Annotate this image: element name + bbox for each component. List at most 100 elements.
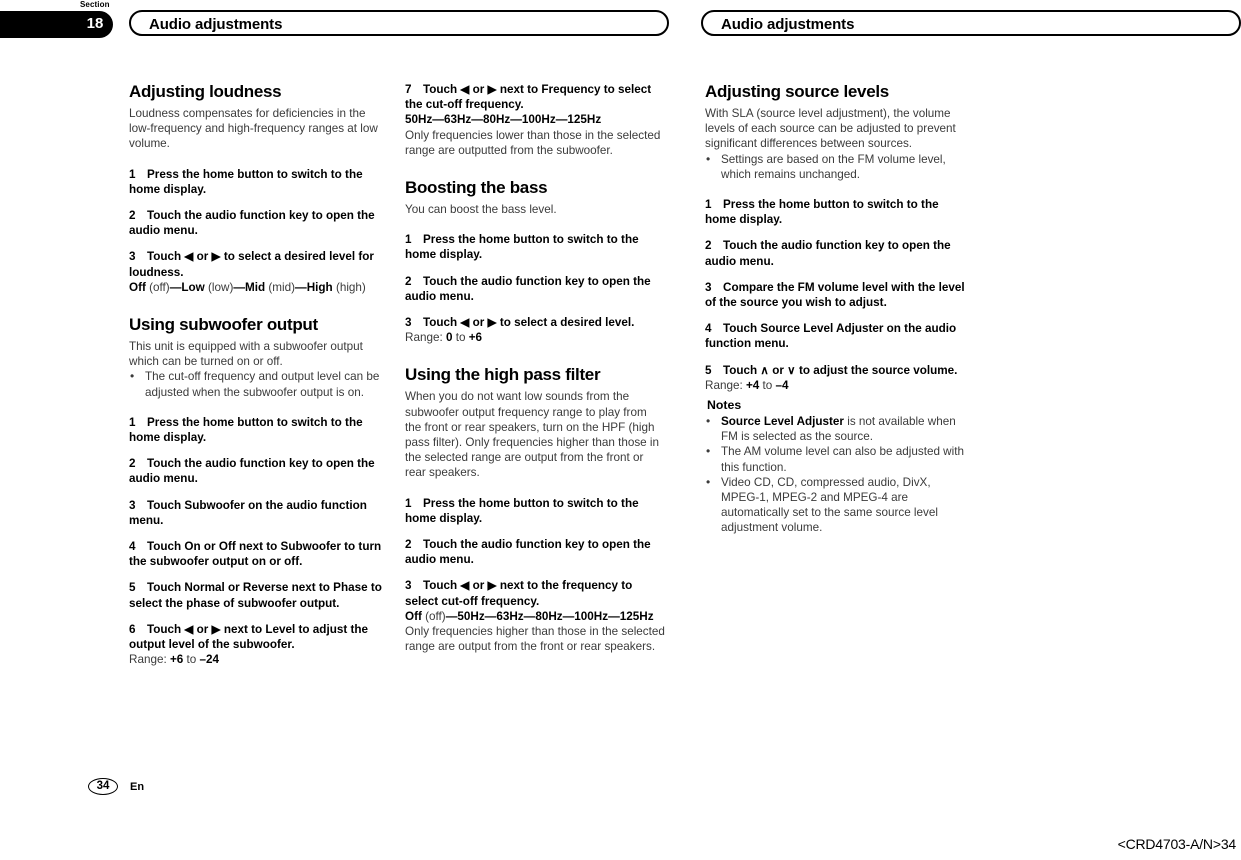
range-label: Range:: [705, 378, 746, 392]
step-number: 6: [129, 622, 136, 636]
step-text: Touch the audio function key to open the…: [705, 239, 951, 268]
step-number: 2: [129, 457, 136, 471]
step-subwoofer-3: 3 Touch Subwoofer on the audio function m…: [129, 498, 390, 528]
step-text: Touch ◀ or ▶ next to the frequency to se…: [405, 579, 633, 608]
option-high: High: [306, 280, 333, 294]
step-text: Touch On or Off next to Subwoofer to tur…: [129, 540, 382, 569]
step-loudness-3: 3 Touch ◀ or ▶ to select a desired level …: [129, 249, 390, 279]
heading-boosting-the-bass: Boosting the bass: [405, 178, 548, 198]
option-off: Off: [405, 609, 422, 623]
step-number: 1: [405, 233, 412, 247]
intro-subwoofer-output: This unit is equipped with a subwoofer o…: [129, 340, 363, 369]
range-to: +6: [468, 331, 483, 345]
list-item: The AM volume level can also be adjusted…: [705, 444, 966, 474]
subwoofer-level-range: Range: +6 to –24: [129, 652, 390, 667]
intro-source-levels: With SLA (source level adjustment), the …: [705, 107, 956, 151]
notes-list: Source Level Adjuster is not available w…: [705, 414, 966, 536]
option-low: Low: [181, 280, 205, 294]
step-loudness-2: 2 Touch the audio function key to open th…: [129, 208, 390, 238]
right-page-header-bar: Audio adjustments: [701, 10, 1241, 36]
step-number: 2: [705, 239, 712, 253]
step-number: 5: [129, 581, 136, 595]
option-mid-code: (mid): [268, 280, 296, 294]
list-item: Source Level Adjuster is not available w…: [705, 414, 966, 444]
range-label: Range:: [405, 331, 446, 345]
range-to-word: to: [452, 331, 469, 345]
step-text: Press the home button to switch to the h…: [129, 167, 363, 196]
heading-using-high-pass-filter: Using the high pass filter: [405, 365, 601, 385]
step-bass-1: 1 Press the home button to switch to the …: [405, 232, 666, 262]
page-number-badge: 34: [88, 778, 118, 795]
notes-heading: Notes: [707, 398, 742, 413]
step-number: 3: [129, 250, 136, 264]
step-number: 2: [405, 538, 412, 552]
step-number: 1: [405, 496, 412, 510]
step-text: Press the home button to switch to the h…: [705, 198, 939, 227]
step-bass-2: 2 Touch the audio function key to open th…: [405, 274, 666, 304]
step-hpf-2: 2 Touch the audio function key to open th…: [405, 537, 666, 567]
range-to: –4: [775, 378, 789, 392]
step-number: 3: [405, 316, 412, 330]
intro-adjusting-loudness: Loudness compensates for deficiencies in…: [129, 107, 378, 151]
loudness-options: Off (off)—Low (low)—Mid (mid)—High (high…: [129, 280, 390, 295]
step-text: Compare the FM volume level with the lev…: [705, 280, 965, 310]
step-text: Touch Source Level Adjuster on the audio…: [705, 322, 957, 351]
list-item: Video CD, CD, compressed audio, DivX, MP…: [705, 475, 966, 536]
range-from: +6: [169, 653, 184, 667]
step-sla-3: 3 Compare the FM volume level with the le…: [705, 280, 966, 310]
column-three: Adjusting source levels With SLA (source…: [705, 82, 966, 536]
step-number: 5: [705, 363, 712, 377]
list-item: The cut-off frequency and output level c…: [129, 369, 390, 399]
step-text: Touch ∧ or ∨ to adjust the source volume…: [723, 363, 958, 377]
step-text: Press the home button to switch to the h…: [405, 496, 639, 525]
bass-level-range: Range: 0 to +6: [405, 330, 666, 345]
step-number: 4: [129, 540, 136, 554]
document-code-label: <CRD4703-A/N>34: [1117, 836, 1237, 852]
step-subwoofer-4: 4 Touch On or Off next to Subwoofer to tu…: [129, 539, 390, 569]
subwoofer-frequency-note: Only frequencies lower than those in the…: [405, 128, 661, 157]
hpf-frequency-note: Only frequencies higher than those in th…: [405, 625, 665, 654]
step-number: 7: [405, 83, 412, 96]
step-text: Touch the audio function key to open the…: [405, 538, 651, 567]
range-to-word: to: [759, 378, 776, 392]
step-text: Press the home button to switch to the h…: [405, 233, 639, 262]
range-from: +4: [745, 378, 760, 392]
step-sla-4: 4 Touch Source Level Adjuster on the audi…: [705, 321, 966, 351]
step-number: 2: [405, 274, 412, 288]
left-page-header-bar: Audio adjustments: [129, 10, 669, 36]
range-to-word: to: [183, 653, 200, 667]
sla-range: Range: +4 to –4: [705, 378, 966, 393]
step-text: Press the home button to switch to the h…: [129, 415, 363, 445]
heading-using-subwoofer-output: Using subwoofer output: [129, 315, 318, 335]
section-number-label: 18: [86, 15, 104, 32]
hpf-frequency-list: —50Hz—63Hz—80Hz—100Hz—125Hz: [445, 609, 654, 623]
range-label: Range:: [129, 653, 170, 667]
subwoofer-frequency-options: 50Hz—63Hz—80Hz—100Hz—125Hz: [405, 113, 602, 127]
step-bass-3: 3 Touch ◀ or ▶ to select a desired level.: [405, 315, 666, 330]
step-hpf-1: 1 Press the home button to switch to the …: [405, 496, 666, 526]
step-text: Touch ◀ or ▶ to select a desired level.: [423, 316, 635, 330]
step-hpf-3: 3 Touch ◀ or ▶ next to the frequency to s…: [405, 578, 666, 608]
step-subwoofer-5: 5 Touch Normal or Reverse next to Phase t…: [129, 580, 390, 610]
dash-1: —: [169, 280, 182, 294]
step-text: Touch the audio function key to open the…: [129, 209, 375, 238]
intro-boosting-the-bass: You can boost the bass level.: [405, 203, 557, 217]
range-to: –24: [199, 653, 220, 667]
dash-3: —: [295, 280, 307, 294]
intro-high-pass-filter: When you do not want low sounds from the…: [405, 390, 660, 480]
step-subwoofer-7: 7 Touch ◀ or ▶ next to Frequency to selec…: [405, 82, 666, 112]
step-number: 3: [405, 579, 412, 593]
step-loudness-1: 1 Press the home button to switch to the …: [129, 167, 390, 197]
subwoofer-bullet-list: The cut-off frequency and output level c…: [129, 369, 390, 399]
option-off-code: (off): [425, 609, 446, 623]
right-page-title: Audio adjustments: [721, 16, 855, 33]
step-sla-2: 2 Touch the audio function key to open th…: [705, 238, 966, 268]
step-number: 2: [129, 209, 136, 223]
step-sla-1: 1 Press the home button to switch to the …: [705, 197, 966, 227]
step-text: Touch ◀ or ▶ next to Frequency to select…: [405, 83, 652, 112]
list-item: Settings are based on the FM volume leve…: [705, 152, 966, 182]
heading-adjusting-loudness: Adjusting loudness: [129, 82, 282, 101]
option-high-code: (high): [335, 280, 366, 294]
column-one: Adjusting loudness Loudness compensates …: [129, 82, 390, 667]
dash-2: —: [233, 280, 246, 294]
